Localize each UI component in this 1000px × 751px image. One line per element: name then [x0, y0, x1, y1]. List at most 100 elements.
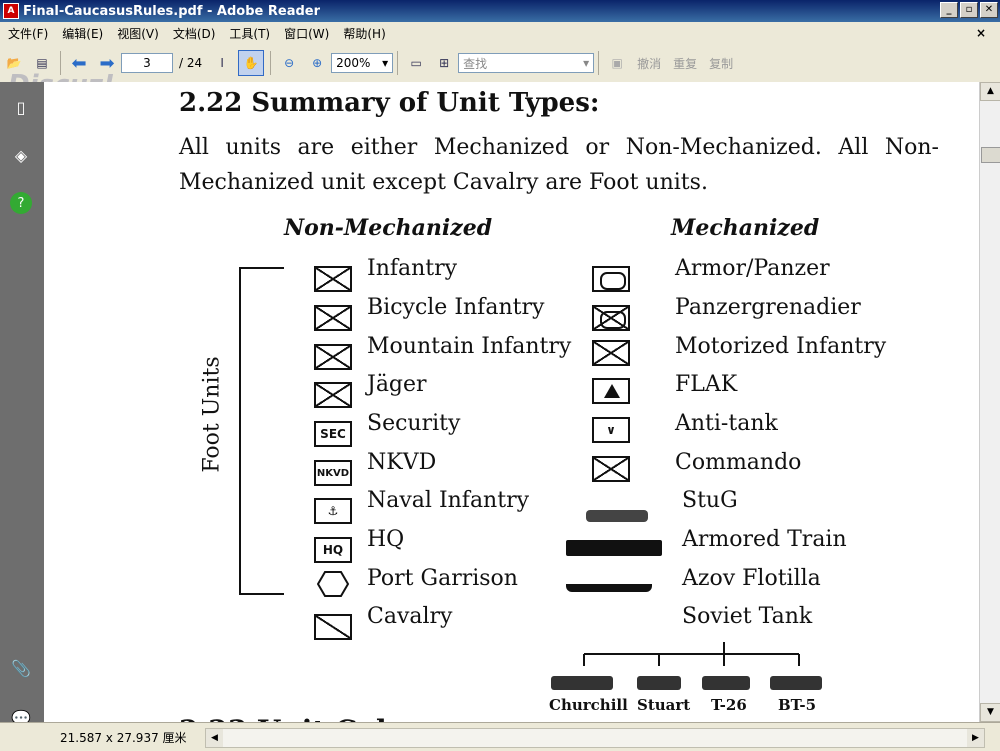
soviet-tank-tree-lines	[583, 642, 800, 666]
armored-train-icon	[566, 540, 662, 556]
churchill-tank-icon	[551, 676, 613, 690]
flak-icon	[592, 378, 630, 404]
hand-tool-icon[interactable]: ✋	[238, 50, 265, 76]
menu-view[interactable]: 视图(V)	[109, 25, 165, 42]
unit-label: NKVD	[367, 450, 437, 475]
panzergrenadier-icon	[592, 305, 630, 331]
azov-flotilla-icon	[566, 584, 652, 592]
next-section-heading: 2.23 Unit Col	[179, 714, 387, 722]
chevron-down-icon: ▾	[583, 56, 590, 70]
document-page[interactable]: 2.22 Summary of Unit Types: All units ar…	[44, 82, 979, 722]
scroll-down-icon[interactable]: ▼	[980, 703, 1000, 722]
unit-label: Armored Train	[682, 527, 847, 552]
unit-label: Armor/Panzer	[675, 256, 830, 281]
window-title: Final-CaucasusRules.pdf - Adobe Reader	[23, 3, 321, 19]
menu-tools[interactable]: 工具(T)	[221, 25, 276, 42]
zoom-out-icon[interactable]: ⊖	[277, 51, 301, 75]
unit-label: StuG	[682, 488, 738, 513]
toolbar-separator	[270, 51, 272, 75]
close-window-button[interactable]: ✕	[980, 2, 998, 18]
unit-label: Commando	[675, 450, 802, 475]
unit-label: HQ	[367, 527, 405, 552]
minimize-button[interactable]: _	[940, 2, 958, 18]
help-icon[interactable]: ?	[10, 192, 32, 214]
adobe-reader-icon: A	[3, 3, 19, 19]
unit-label: Security	[367, 411, 461, 436]
bt5-tank-icon	[770, 676, 822, 690]
page-number-input[interactable]: 3	[121, 53, 173, 73]
tank-label: T-26	[711, 696, 747, 714]
status-bar: 21.587 x 27.937 厘米 ◀ ▶	[0, 722, 1000, 751]
armor-icon	[592, 266, 630, 292]
menu-edit[interactable]: 编辑(E)	[54, 25, 109, 42]
spell-check-icon[interactable]: ▣	[605, 51, 629, 75]
pages-icon[interactable]: ▯	[10, 96, 32, 118]
anti-tank-mark: ∨	[606, 423, 616, 437]
select-text-icon[interactable]: I	[210, 51, 234, 75]
anti-tank-icon: ∨	[592, 417, 630, 443]
page-total-label: / 24	[179, 56, 203, 70]
attachment-icon[interactable]: 📎	[10, 657, 32, 679]
nkvd-icon-text: NKVD	[316, 467, 350, 479]
vertical-scrollbar[interactable]: ▲ ▼	[979, 82, 1000, 722]
menu-help[interactable]: 帮助(H)	[335, 25, 391, 42]
fit-page-icon[interactable]: ▭	[404, 51, 428, 75]
unit-label: Bicycle Infantry	[367, 295, 545, 320]
copy-button[interactable]: 复制	[709, 55, 733, 72]
toolbar-separator	[397, 51, 399, 75]
mechanized-header: Mechanized	[671, 215, 820, 241]
section-heading: 2.22 Summary of Unit Types:	[179, 88, 600, 118]
unit-label: Jäger	[367, 372, 427, 397]
tank-label: BT-5	[778, 696, 817, 714]
horizontal-scrollbar[interactable]: ◀ ▶	[205, 728, 985, 748]
section-paragraph: All units are either Mechanized or Non-M…	[179, 135, 939, 195]
unit-label: FLAK	[675, 372, 738, 397]
tank-label: Stuart	[637, 696, 691, 714]
panzergrenadier-oval	[600, 311, 626, 329]
unit-label: Azov Flotilla	[682, 566, 821, 591]
hq-icon: HQ	[314, 537, 352, 563]
chevron-down-icon: ▾	[382, 56, 389, 70]
port-garrison-icon	[317, 571, 349, 597]
zoom-in-icon[interactable]: ⊕	[305, 51, 329, 75]
motorized-infantry-icon	[592, 340, 630, 366]
foot-units-label: Foot Units	[199, 356, 225, 473]
menu-window[interactable]: 窗口(W)	[276, 25, 335, 42]
navigation-sidebar: ▯ ◈ ? 📎 💬	[0, 82, 44, 728]
redo-button[interactable]: 重复	[673, 55, 697, 72]
mountain-infantry-icon	[314, 344, 352, 370]
menu-document[interactable]: 文档(D)	[165, 25, 222, 42]
cavalry-icon	[314, 614, 352, 640]
undo-button[interactable]: 撤消	[637, 55, 661, 72]
scroll-up-icon[interactable]: ▲	[980, 82, 1000, 101]
scroll-thumb[interactable]	[981, 147, 1000, 163]
search-input[interactable]: 查找 ▾	[458, 53, 595, 73]
commando-icon	[592, 456, 630, 482]
scroll-left-icon[interactable]: ◀	[206, 729, 223, 747]
unit-label: Soviet Tank	[682, 604, 813, 629]
toolbar-separator	[598, 51, 600, 75]
unit-label: Panzergrenadier	[675, 295, 861, 320]
restore-button[interactable]: ▫	[960, 2, 978, 18]
jager-icon	[314, 382, 352, 408]
tank-label: Churchill	[549, 696, 628, 714]
zoom-select[interactable]: 200% ▾	[331, 53, 394, 73]
menu-bar: 文件(F) 编辑(E) 视图(V) 文档(D) 工具(T) 窗口(W) 帮助(H…	[0, 22, 1000, 44]
stug-icon	[586, 510, 648, 522]
security-icon-text: SEC	[320, 427, 346, 441]
naval-infantry-icon: ⚓	[314, 498, 352, 524]
naval-infantry-icon-text: ⚓	[327, 504, 339, 518]
menu-file[interactable]: 文件(F)	[0, 25, 54, 42]
unit-label: Mountain Infantry	[367, 334, 572, 359]
flak-triangle	[604, 384, 620, 398]
close-document-button[interactable]: ×	[968, 26, 992, 40]
fit-width-icon[interactable]: ⊞	[432, 51, 456, 75]
scroll-right-icon[interactable]: ▶	[967, 729, 984, 747]
armor-oval	[600, 272, 626, 290]
title-bar: A Final-CaucasusRules.pdf - Adobe Reader…	[0, 0, 1000, 22]
hq-icon-text: HQ	[322, 543, 344, 557]
unit-label: Infantry	[367, 256, 458, 281]
toolbar: 📂 ▤ ⬅ ➡ 3 / 24 I ✋ ⊖ ⊕ 200% ▾ ▭ ⊞ 查找 ▾ ▣ 撤…	[0, 44, 1000, 83]
layers-icon[interactable]: ◈	[10, 144, 32, 166]
page-size-label: 21.587 x 27.937 厘米	[60, 731, 187, 745]
